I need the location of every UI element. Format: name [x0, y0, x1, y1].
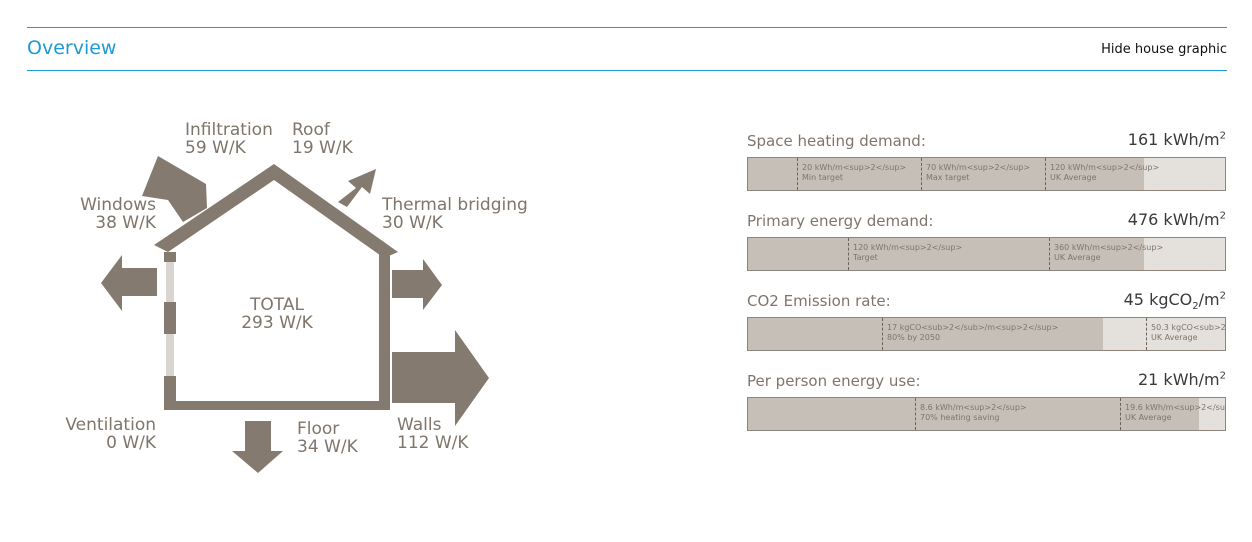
marker-caption: Target	[853, 253, 878, 262]
metric-value: 476 kWh/m2	[1127, 210, 1226, 229]
walls-arrow	[392, 330, 489, 426]
marker-value: 50.3 kgCO<sub>2</sub>/m<sup>2</sup>	[1151, 323, 1226, 332]
marker-value: 360 kWh/m<sup>2</sup>	[1054, 243, 1164, 252]
window-pane-bottom	[166, 334, 174, 376]
window-pane-top	[166, 262, 174, 302]
total-label: TOTAL 293 W/K	[226, 296, 328, 332]
metric-value-number: 45	[1123, 290, 1144, 309]
marker-caption: 70% heating saving	[920, 413, 1000, 422]
infiltration-value: 59 W/K	[185, 138, 246, 158]
marker-caption: UK Average	[1125, 413, 1172, 422]
metric-value: 161 kWh/m2	[1127, 130, 1226, 149]
metric-label: Space heating demand:	[747, 132, 926, 150]
metric-marker: 120 kWh/m<sup>2</sup> Target	[848, 238, 962, 270]
house-floor-line	[164, 401, 390, 410]
metric-bar: 20 kWh/m<sup>2</sup> Min target 70 kWh/m<…	[747, 157, 1226, 191]
metric-marker: 17 kgCO<sub>2</sub>/m<sup>2</sup> 80% by …	[882, 318, 1058, 350]
marker-value: 8.6 kWh/m<sup>2</sup>	[920, 403, 1027, 412]
marker-caption: Max target	[926, 173, 970, 182]
metric-value-number: 21	[1137, 370, 1159, 389]
floor-label: Floor 34 W/K	[297, 420, 358, 456]
thermal-bridging-label: Thermal bridging 30 W/K	[382, 196, 528, 232]
metric-bar: 8.6 kWh/m<sup>2</sup> 70% heating saving …	[747, 397, 1226, 431]
metric-value-number: 161	[1127, 130, 1159, 149]
marker-value: 70 kWh/m<sup>2</sup>	[926, 163, 1031, 172]
ventilation-label-text: Ventilation	[65, 415, 156, 435]
metric-value: 21 kWh/m2	[1137, 370, 1226, 389]
marker-caption: UK Average	[1050, 173, 1097, 182]
metric-bar: 17 kgCO<sub>2</sub>/m<sup>2</sup> 80% by …	[747, 317, 1226, 351]
infiltration-label: Infiltration 59 W/K	[185, 121, 273, 157]
marker-value: 17 kgCO<sub>2</sub>/m<sup>2</sup>	[887, 323, 1059, 332]
metric-marker: 70 kWh/m<sup>2</sup> Max target	[921, 158, 1030, 190]
house-right-wall	[379, 252, 390, 410]
house-left-wall-top	[164, 252, 176, 262]
ventilation-value: 0 W/K	[106, 433, 156, 453]
marker-caption: Min target	[802, 173, 844, 182]
metric-marker: 19.6 kWh/m<sup>2</sup> UK Average	[1120, 398, 1226, 430]
floor-label-text: Floor	[297, 419, 340, 439]
roof-label-text: Roof	[292, 120, 330, 140]
metric-marker: 20 kWh/m<sup>2</sup> Min target	[797, 158, 906, 190]
marker-value: 120 kWh/m<sup>2</sup>	[1050, 163, 1160, 172]
house-heat-loss-graphic	[101, 156, 489, 473]
thermal-bridging-value: 30 W/K	[382, 213, 443, 232]
house-left-wall-mid	[164, 302, 176, 334]
metric-value-unit-tail: /m	[1198, 290, 1220, 309]
floor-value: 34 W/K	[297, 437, 358, 457]
metric-marker: 360 kWh/m<sup>2</sup> UK Average	[1049, 238, 1163, 270]
metric-label: Per person energy use:	[747, 372, 921, 390]
metric-marker: 120 kWh/m<sup>2</sup> UK Average	[1045, 158, 1159, 190]
metric-marker: 50.3 kgCO<sub>2</sub>/m<sup>2</sup>UK Av…	[1146, 318, 1226, 350]
floor-arrow	[232, 421, 283, 473]
windows-arrow	[101, 255, 157, 311]
metric-value-unit: kWh/m	[1163, 210, 1220, 229]
metric-bar: 120 kWh/m<sup>2</sup> Target 360 kWh/m<su…	[747, 237, 1226, 271]
roof-arrow	[338, 169, 376, 207]
metric-value: 45 kgCO2/m2	[1123, 290, 1226, 313]
thermal-bridging-arrow	[392, 259, 442, 310]
windows-value: 38 W/K	[95, 213, 156, 233]
marker-caption: 80% by 2050	[887, 333, 941, 342]
ventilation-label: Ventilation 0 W/K	[40, 416, 156, 452]
marker-value: 20 kWh/m<sup>2</sup>	[802, 163, 907, 172]
metric-value-unit: kWh/m	[1163, 370, 1220, 389]
windows-label: Windows 38 W/K	[56, 196, 156, 232]
metric-label: Primary energy demand:	[747, 212, 934, 230]
roof-label: Roof 19 W/K	[292, 121, 353, 157]
metric-value-unit: kWh/m	[1163, 130, 1220, 149]
total-label-text: TOTAL	[250, 295, 304, 315]
total-value: 293 W/K	[241, 313, 313, 333]
walls-label-text: Walls	[397, 415, 442, 435]
marker-caption: UK Average	[1151, 333, 1198, 342]
windows-label-text: Windows	[80, 195, 156, 215]
marker-caption: UK Average	[1054, 253, 1101, 262]
marker-value: 120 kWh/m<sup>2</sup>	[853, 243, 963, 252]
walls-value: 112 W/K	[397, 433, 469, 453]
metric-label: CO2 Emission rate:	[747, 292, 891, 310]
metric-value-number: 476	[1127, 210, 1159, 229]
walls-label: Walls 112 W/K	[397, 416, 469, 452]
marker-value: 19.6 kWh/m<sup>2</sup>	[1125, 403, 1226, 412]
metric-value-unit: kgCO	[1149, 290, 1193, 309]
infiltration-label-text: Infiltration	[185, 120, 273, 140]
hide-house-graphic-link[interactable]: Hide house graphic	[1101, 42, 1227, 57]
roof-value: 19 W/K	[292, 138, 353, 158]
metric-marker: 8.6 kWh/m<sup>2</sup> 70% heating saving	[915, 398, 1027, 430]
